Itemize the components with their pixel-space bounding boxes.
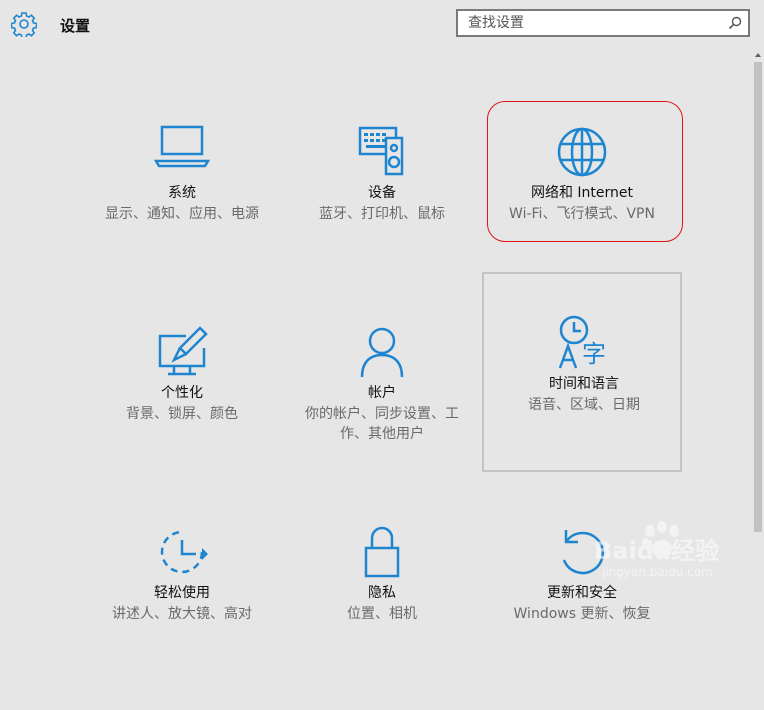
tile-description: 蓝牙、打印机、鼠标 xyxy=(319,206,445,222)
tile-description: Windows 更新、恢复 xyxy=(513,606,651,622)
tile-name: 轻松使用 xyxy=(154,585,210,601)
tile-description: 位置、相机 xyxy=(347,606,417,622)
tile-name: 设备 xyxy=(368,185,396,201)
tile-system[interactable]: 系统 显示、通知、应用、电源 xyxy=(82,110,282,310)
devices-icon xyxy=(358,126,404,176)
tile-description: 背景、锁屏、颜色 xyxy=(126,406,238,422)
search-icon[interactable] xyxy=(726,14,744,32)
header: 设置 xyxy=(0,0,764,48)
tile-description: 你的帐户、同步设置、工作、其他用户 xyxy=(305,406,459,442)
tile-name: 个性化 xyxy=(161,385,203,401)
tile-name: 帐户 xyxy=(368,385,396,401)
lock-icon xyxy=(364,526,400,578)
tile-description: 讲述人、放大镜、高对 xyxy=(112,606,252,622)
page-title: 设置 xyxy=(60,17,91,35)
laptop-icon xyxy=(153,125,211,168)
tile-name: 隐私 xyxy=(368,585,396,601)
tile-personalization[interactable]: 个性化 背景、锁屏、颜色 xyxy=(82,310,282,510)
watermark-logo-text: Baidu经验 xyxy=(594,537,719,565)
scroll-up-arrow-icon[interactable] xyxy=(752,48,764,62)
tile-ease-of-access[interactable]: 轻松使用 讲述人、放大镜、高对 xyxy=(82,510,282,710)
tile-name: 系统 xyxy=(168,185,196,201)
tile-name: 更新和安全 xyxy=(547,585,617,601)
scrollbar-thumb[interactable] xyxy=(754,62,762,532)
red-highlight-outline xyxy=(487,101,683,242)
watermark-url: jingyan.baidu.com xyxy=(602,565,713,579)
svg-text:字: 字 xyxy=(582,340,606,368)
tile-privacy[interactable]: 隐私 位置、相机 xyxy=(282,510,482,710)
tile-name: 时间和语言 xyxy=(549,376,619,392)
ease-of-access-icon xyxy=(160,530,208,574)
person-icon xyxy=(360,327,404,378)
tile-description: 显示、通知、应用、电源 xyxy=(105,206,259,222)
tile-description: 语音、区域、日期 xyxy=(528,397,640,413)
search-box[interactable] xyxy=(456,9,750,37)
tile-accounts[interactable]: 帐户 你的帐户、同步设置、工作、其他用户 xyxy=(282,310,482,510)
tile-time-language[interactable]: 字 时间和语言 语音、区域、日期 xyxy=(482,272,682,472)
search-input[interactable] xyxy=(468,14,718,32)
gear-icon xyxy=(11,12,37,37)
tile-devices[interactable]: 设备 蓝牙、打印机、鼠标 xyxy=(282,110,482,310)
paintbrush-icon xyxy=(158,326,208,376)
clock-language-icon: 字 xyxy=(558,315,606,369)
